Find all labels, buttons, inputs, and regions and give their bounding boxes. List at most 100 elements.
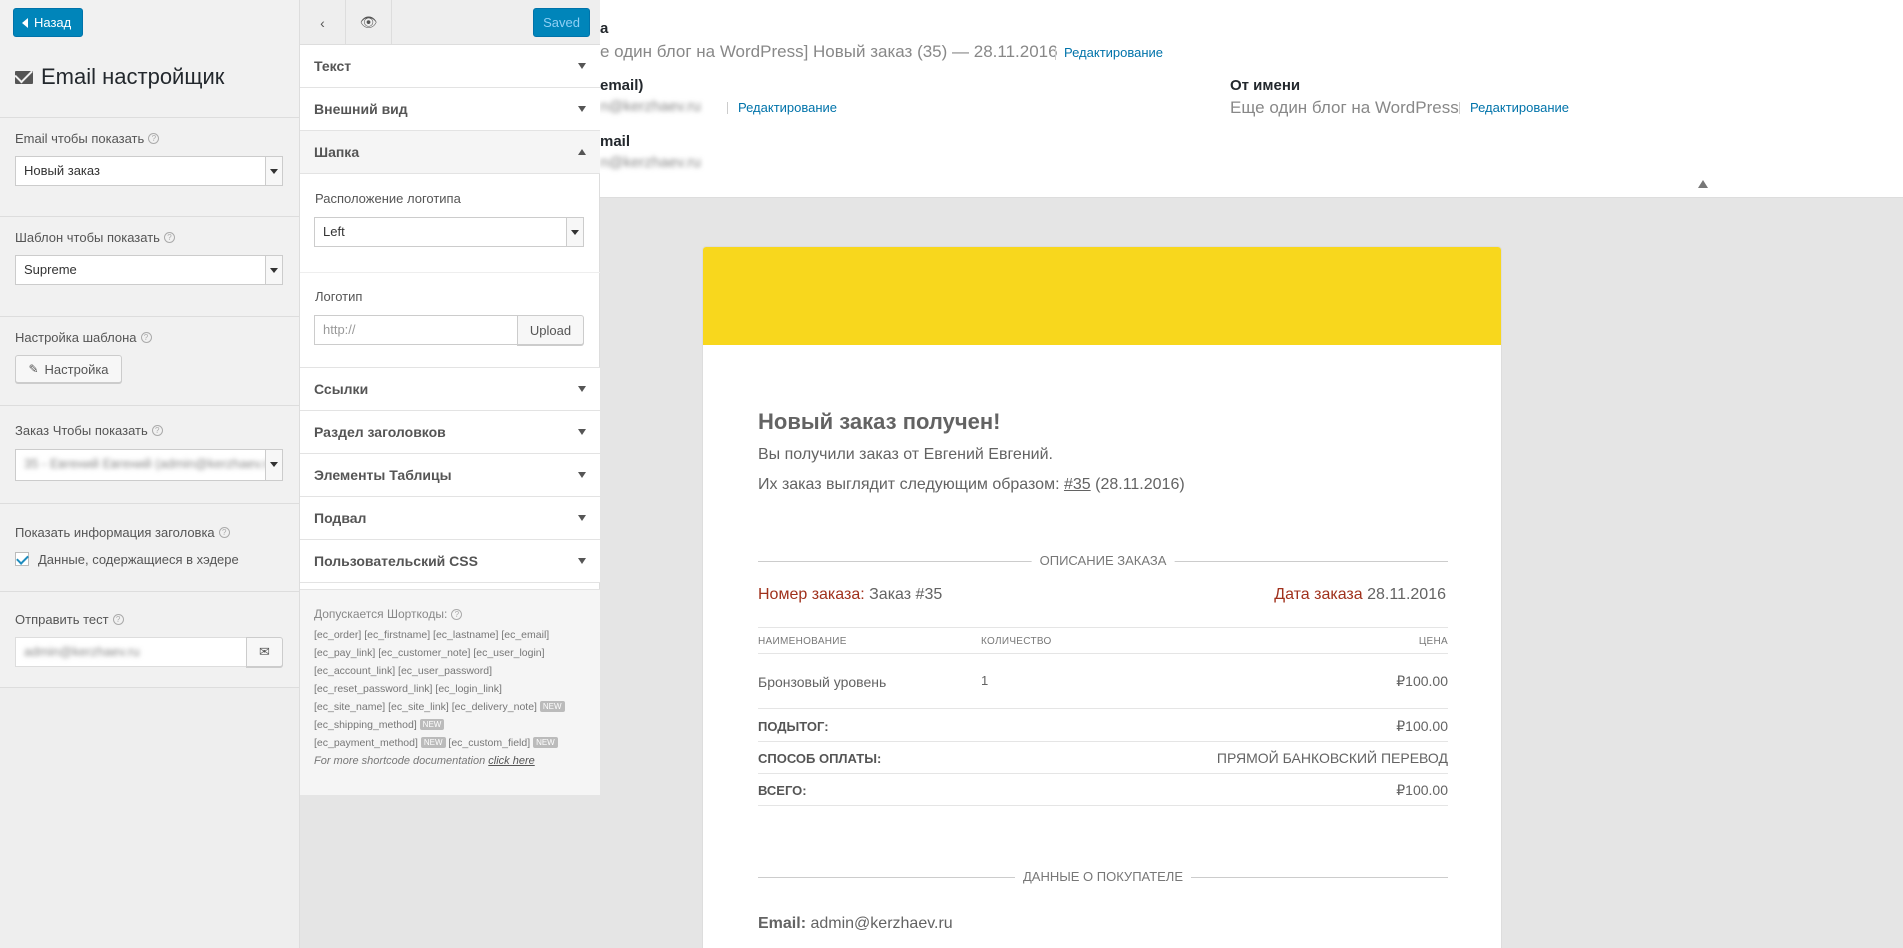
template-settings-button-label: Настройка — [44, 361, 109, 377]
preview-toggle-button[interactable]: 👁 — [346, 0, 392, 45]
divider — [300, 272, 600, 273]
order-link[interactable]: #35 — [1064, 476, 1091, 493]
total-value: ₽100.00 — [1396, 782, 1448, 798]
template-settings-label-text: Настройка шаблона — [15, 330, 137, 345]
logo-url-placeholder: http:// — [323, 322, 356, 337]
subtotal-value: ₽100.00 — [1396, 718, 1448, 734]
back-arrow-icon — [22, 17, 28, 28]
email-intro: Вы получили заказ от Евгений Евгений. — [758, 446, 1053, 463]
shortcodes-title: Допускается Шорткоды: ? — [314, 605, 586, 623]
order-date-label: Дата заказа — [1274, 586, 1363, 603]
email-to-show-label-text: Email чтобы показать — [15, 131, 145, 146]
section-header[interactable]: Шапка — [300, 131, 600, 174]
saved-button[interactable]: Saved — [533, 8, 590, 37]
from-email-label: email) — [600, 77, 644, 94]
section-text-label: Текст — [314, 58, 352, 74]
send-test-section: Отправить тест ? admin@kerzhaev.ru ✉ — [0, 591, 299, 688]
order-section-divider: ОПИСАНИЕ ЗАКАЗА — [758, 551, 1448, 571]
shortcode-doc-link[interactable]: click here — [488, 755, 534, 767]
order-date-value: 28.11.2016 — [1367, 586, 1446, 603]
template-to-show-value: Supreme — [24, 262, 77, 277]
payment-method-label: СПОСОБ ОПЛАТЫ: — [758, 751, 882, 766]
section-custom-css[interactable]: Пользовательский CSS — [300, 540, 600, 583]
section-links[interactable]: Ссылки — [300, 367, 600, 411]
section-links-label: Ссылки — [314, 381, 369, 397]
header-data-checkbox-label: Данные, содержащиеся в хэдере — [38, 552, 239, 567]
shortcode-doc-text: For more shortcode documentation — [314, 755, 486, 767]
section-table-elements[interactable]: Элементы Таблицы — [300, 454, 600, 497]
template-to-show-section: Шаблон чтобы показать ? Supreme — [0, 216, 299, 316]
section-appearance[interactable]: Внешний вид — [300, 88, 600, 131]
logo-position-select[interactable]: Left — [314, 217, 584, 247]
help-icon[interactable]: ? — [151, 425, 163, 436]
customer-section-divider: ДАННЫЕ О ПОКУПАТЕЛЕ — [758, 867, 1448, 887]
section-headings[interactable]: Раздел заголовков — [300, 411, 600, 454]
separator — [1459, 102, 1460, 114]
eye-icon: 👁 — [359, 14, 378, 30]
help-icon[interactable]: ? — [451, 608, 463, 620]
section-appearance-label: Внешний вид — [314, 101, 408, 117]
section-footer[interactable]: Подвал — [300, 497, 600, 540]
total-row: ВСЕГО: ₽100.00 — [758, 774, 1448, 806]
new-badge: NEW — [420, 737, 446, 748]
subtotal-label: ПОДЫТОГ: — [758, 719, 829, 734]
help-icon[interactable]: ? — [112, 614, 124, 625]
order-number: Номер заказа: Заказ #35 — [758, 586, 942, 604]
email-to-show-select[interactable]: Новый заказ — [15, 156, 283, 186]
caret-down-icon — [578, 558, 586, 564]
new-badge: NEW — [419, 719, 445, 730]
template-settings-label: Настройка шаблона ? — [15, 330, 152, 345]
collapse-header-icon[interactable] — [1698, 180, 1708, 188]
edit-from-email-link[interactable]: Редактирование — [738, 100, 837, 115]
logo-upload-button[interactable]: Upload — [517, 315, 584, 345]
shortcode-text: [ec_shipping_method] — [314, 719, 417, 731]
section-custom-css-label: Пользовательский CSS — [314, 553, 478, 569]
order-line-text: Их заказ выглядит следующим образом: — [758, 476, 1060, 493]
item-name: Бронзовый уровень — [758, 674, 887, 690]
chevron-down-icon — [566, 218, 583, 246]
section-table-elements-label: Элементы Таблицы — [314, 467, 452, 483]
send-test-button[interactable]: ✉ — [246, 637, 283, 667]
template-to-show-select[interactable]: Supreme — [15, 255, 283, 285]
item-qty: 1 — [981, 673, 989, 688]
caret-down-icon — [578, 429, 586, 435]
help-icon[interactable]: ? — [163, 232, 175, 243]
logo-position-value: Left — [323, 224, 345, 239]
logo-label: Логотип — [315, 289, 363, 304]
collapse-back-button[interactable]: ‹ — [300, 0, 346, 45]
chevron-left-icon: ‹ — [320, 14, 325, 31]
customer-email-value: admin@kerzhaev.ru — [810, 915, 953, 932]
chevron-down-icon — [265, 157, 282, 185]
envelope-icon — [15, 70, 33, 84]
section-footer-label: Подвал — [314, 510, 367, 526]
section-text[interactable]: Текст — [300, 45, 600, 88]
email-heading: Новый заказ получен! — [758, 409, 1001, 434]
back-button[interactable]: Назад — [13, 8, 84, 37]
send-test-email-value: admin@kerzhaev.ru — [24, 644, 140, 659]
edit-from-name-link[interactable]: Редактирование — [1470, 100, 1569, 115]
template-settings-button[interactable]: ✎ Настройка — [15, 355, 122, 383]
help-icon[interactable]: ? — [140, 332, 152, 343]
caret-up-icon — [578, 149, 586, 155]
help-icon[interactable]: ? — [148, 133, 160, 144]
help-icon[interactable]: ? — [218, 527, 230, 538]
edit-subject-link[interactable]: Редактирование — [1064, 45, 1163, 60]
email-header-info: а е один блог на WordPress] Новый заказ … — [600, 0, 1903, 198]
shortcode-line: [ec_site_name] [ec_site_link] [ec_delive… — [314, 698, 586, 716]
customer-email: Email: admin@kerzhaev.ru — [758, 915, 953, 933]
order-number-value: Заказ #35 — [869, 586, 943, 603]
header-data-checkbox[interactable] — [15, 552, 29, 566]
email-to-show-section: Email чтобы показать ? Новый заказ — [0, 117, 299, 216]
logo-url-input[interactable]: http:// — [314, 315, 518, 345]
email-banner — [703, 247, 1501, 345]
from-name-value: Еще один блог на WordPress — [1230, 98, 1459, 117]
send-test-email-input[interactable]: admin@kerzhaev.ru — [15, 637, 247, 667]
email-to-show-label: Email чтобы показать ? — [15, 131, 160, 146]
customer-email-label: Email: — [758, 915, 807, 932]
from-email-value: n@kerzhaev.ru — [600, 98, 701, 115]
shortcode-line: [ec_order] [ec_firstname] [ec_lastname] … — [314, 629, 550, 641]
email-order-line: Их заказ выглядит следующим образом: #35… — [758, 476, 1185, 494]
payment-method-value: ПРЯМОЙ БАНКОВСКИЙ ПЕРЕВОД — [1216, 750, 1448, 766]
order-to-show-select[interactable]: 35 - Евгений Евгений (admin@kerzhaev.ru) — [15, 449, 283, 481]
shortcode-line: [ec_pay_link] [ec_customer_note] [ec_use… — [314, 647, 545, 659]
